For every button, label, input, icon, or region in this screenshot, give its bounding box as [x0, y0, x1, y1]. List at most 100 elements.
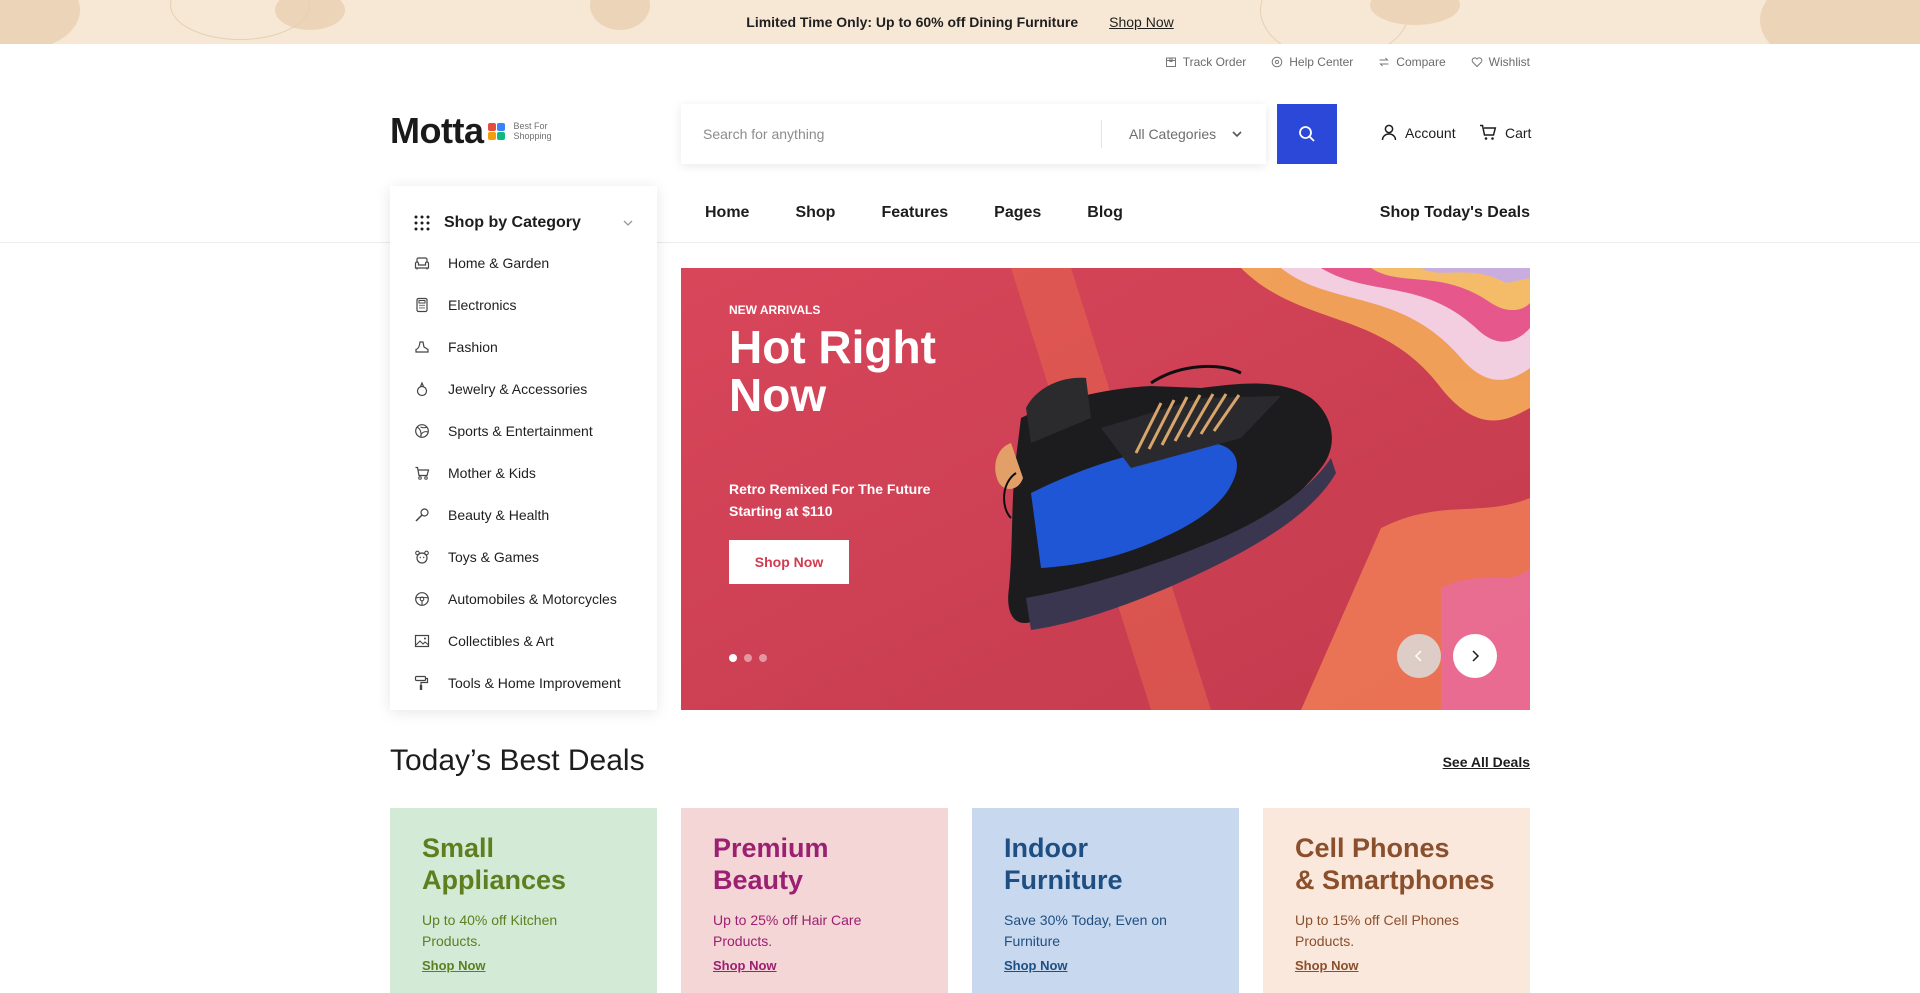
category-label: Collectibles & Art [448, 633, 554, 649]
deal-card-title: Indoor Furniture [1004, 833, 1123, 895]
track-order-label: Track Order [1182, 55, 1247, 69]
compare-link[interactable]: Compare [1378, 55, 1446, 69]
category-item-toys-games[interactable]: Toys & Games [390, 536, 657, 578]
nav-features[interactable]: Features [881, 204, 948, 222]
category-select[interactable]: All Categories [1102, 126, 1242, 142]
shop-todays-deals-link[interactable]: Shop Today's Deals [1380, 204, 1530, 222]
category-item-fashion[interactable]: Fashion [390, 326, 657, 368]
hero-subtitle: Retro Remixed For The Future Starting at… [729, 481, 931, 519]
deal-card-shop-now-link[interactable]: Shop Now [1004, 958, 1068, 973]
search-input[interactable] [681, 104, 1101, 164]
compare-label: Compare [1396, 55, 1446, 69]
ball-icon [415, 424, 429, 438]
deal-card-title: Small Appliances [422, 833, 567, 895]
deal-card-indoor-furniture[interactable]: Indoor Furniture Save 30% Today, Even on … [972, 808, 1239, 993]
chevron-left-icon [1414, 650, 1422, 662]
grid-dots-icon [414, 215, 430, 231]
nav-home[interactable]: Home [705, 204, 749, 222]
category-label: Automobiles & Motorcycles [448, 591, 617, 607]
slide-dot-3[interactable] [759, 654, 767, 662]
promo-shop-now-link[interactable]: Shop Now [1109, 14, 1174, 30]
sofa-icon [414, 257, 430, 270]
category-menu-header[interactable]: Shop by Category [390, 186, 657, 242]
chevron-down-icon [623, 220, 633, 226]
category-label: Jewelry & Accessories [448, 381, 588, 397]
category-select-value: All Categories [1129, 126, 1217, 142]
promo-bar: Limited Time Only: Up to 60% off Dining … [0, 0, 1920, 44]
cart-label: Cart [1505, 124, 1532, 141]
slide-dot-2[interactable] [744, 654, 752, 662]
slider-dots [729, 654, 767, 662]
nav-shop[interactable]: Shop [795, 204, 835, 222]
help-center-link[interactable]: Help Center [1271, 55, 1353, 69]
category-label: Mother & Kids [448, 465, 536, 481]
category-item-automobiles[interactable]: Automobiles & Motorcycles [390, 578, 657, 620]
wishlist-link[interactable]: Wishlist [1471, 55, 1530, 69]
deal-card-description: Up to 40% off Kitchen Products. [422, 912, 558, 949]
promo-text: Limited Time Only: Up to 60% off Dining … [746, 14, 1079, 30]
category-label: Sports & Entertainment [448, 423, 593, 439]
promo-decoration [0, 0, 80, 44]
nav-blog[interactable]: Blog [1087, 204, 1123, 222]
nav-divider [0, 242, 1920, 243]
category-item-sports[interactable]: Sports & Entertainment [390, 410, 657, 452]
hero-banner: NEW ARRIVALS Hot Right Now Retro Remixed… [681, 268, 1530, 710]
slide-dot-1[interactable] [729, 654, 737, 662]
site-logo[interactable]: Motta Best For Shopping [390, 113, 552, 149]
track-order-link[interactable]: Track Order [1165, 55, 1247, 69]
category-item-tools[interactable]: Tools & Home Improvement [390, 662, 657, 704]
picture-icon [414, 634, 430, 648]
category-item-jewelry[interactable]: Jewelry & Accessories [390, 368, 657, 410]
deal-card-shop-now-link[interactable]: Shop Now [422, 958, 486, 973]
deal-card-cell-phones[interactable]: Cell Phones & Smartphones Up to 15% off C… [1263, 808, 1530, 993]
slider-next-button[interactable] [1453, 634, 1497, 678]
hero-shop-now-button[interactable]: Shop Now [729, 540, 849, 584]
hero-headline: Hot Right Now [729, 321, 936, 421]
promo-decoration [590, 0, 650, 30]
category-label: Electronics [448, 297, 517, 313]
chevron-right-icon [1472, 650, 1480, 662]
category-item-collectibles[interactable]: Collectibles & Art [390, 620, 657, 662]
logo-tagline: Best For Shopping [513, 121, 552, 141]
calculator-icon [416, 297, 428, 313]
promo-decoration [1760, 0, 1920, 44]
deal-card-description: Up to 25% off Hair Care Products. [713, 912, 862, 949]
search-bar: All Categories [681, 104, 1266, 164]
deal-card-shop-now-link[interactable]: Shop Now [713, 958, 777, 973]
category-item-electronics[interactable]: Electronics [390, 284, 657, 326]
deal-card-shop-now-link[interactable]: Shop Now [1295, 958, 1359, 973]
category-label: Beauty & Health [448, 507, 550, 523]
package-icon [1165, 57, 1176, 67]
cart-icon [1480, 124, 1497, 140]
logo-mark [488, 122, 506, 140]
cart-link[interactable]: Cart [1479, 124, 1531, 141]
wishlist-label: Wishlist [1488, 55, 1530, 69]
chevron-down-icon [1232, 130, 1242, 137]
see-all-deals-link[interactable]: See All Deals [1443, 754, 1530, 770]
stroller-icon [415, 466, 430, 480]
brush-icon [415, 508, 429, 522]
deal-card-title: Cell Phones & Smartphones [1295, 833, 1495, 895]
deal-card-premium-beauty[interactable]: Premium Beauty Up to 25% off Hair Care Pr… [681, 808, 948, 993]
category-item-beauty-health[interactable]: Beauty & Health [390, 494, 657, 536]
deal-card-title: Premium Beauty [713, 833, 829, 895]
slider-prev-button[interactable] [1397, 634, 1441, 678]
paint-roller-icon [414, 675, 429, 690]
category-label: Home & Garden [448, 255, 550, 271]
teddy-bear-icon [415, 550, 429, 564]
best-deals-heading: Today’s Best Deals [390, 744, 645, 777]
ring-icon [416, 381, 428, 397]
help-circle-icon [1271, 56, 1283, 68]
nav-pages[interactable]: Pages [994, 204, 1041, 222]
category-menu: Shop by Category Home & Garden Electroni… [390, 186, 657, 710]
hero-eyebrow: NEW ARRIVALS [729, 303, 821, 317]
deal-card-small-appliances[interactable]: Small Appliances Up to 40% off Kitchen Pr… [390, 808, 657, 993]
shoe-icon [415, 341, 429, 353]
search-icon [1299, 126, 1315, 142]
category-label: Fashion [448, 339, 498, 355]
category-item-home-garden[interactable]: Home & Garden [390, 242, 657, 284]
heart-icon [1471, 57, 1482, 68]
category-item-mother-kids[interactable]: Mother & Kids [390, 452, 657, 494]
account-link[interactable]: Account [1381, 124, 1456, 141]
search-button[interactable] [1277, 104, 1337, 164]
